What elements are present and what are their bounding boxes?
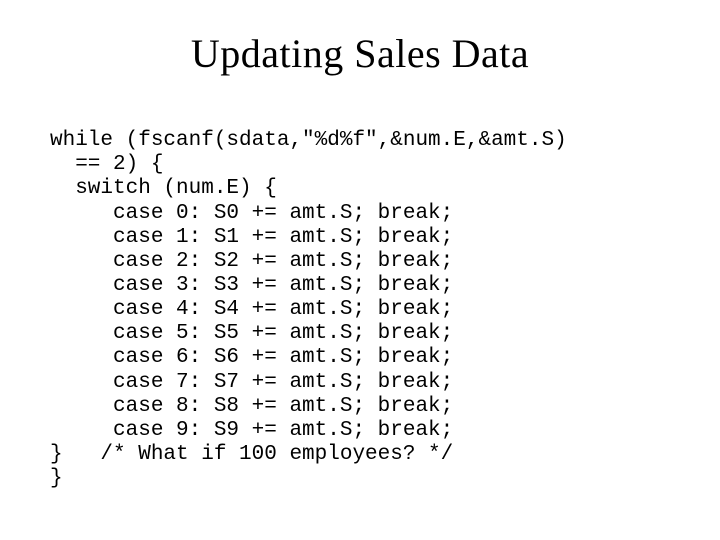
code-line: while (fscanf(sdata,"%d%f",&num.E,&amt.S… — [50, 129, 567, 152]
code-block: while (fscanf(sdata,"%d%f",&num.E,&amt.S… — [50, 105, 680, 491]
code-line: case 9: S9 += amt.S; break; — [50, 419, 453, 442]
code-line: == 2) { — [50, 153, 163, 176]
code-line: case 8: S8 += amt.S; break; — [50, 395, 453, 418]
code-line: case 4: S4 += amt.S; break; — [50, 298, 453, 321]
code-line: case 1: S1 += amt.S; break; — [50, 226, 453, 249]
code-line: case 5: S5 += amt.S; break; — [50, 322, 453, 345]
page-title: Updating Sales Data — [40, 30, 680, 77]
code-line: case 7: S7 += amt.S; break; — [50, 371, 453, 394]
code-line: } /* What if 100 employees? */ — [50, 443, 453, 466]
code-line: } — [50, 467, 63, 490]
code-line: case 0: S0 += amt.S; break; — [50, 202, 453, 225]
code-line: case 3: S3 += amt.S; break; — [50, 274, 453, 297]
code-line: switch (num.E) { — [50, 177, 277, 200]
slide: Updating Sales Data while (fscanf(sdata,… — [0, 0, 720, 540]
code-line: case 2: S2 += amt.S; break; — [50, 250, 453, 273]
code-line: case 6: S6 += amt.S; break; — [50, 346, 453, 369]
